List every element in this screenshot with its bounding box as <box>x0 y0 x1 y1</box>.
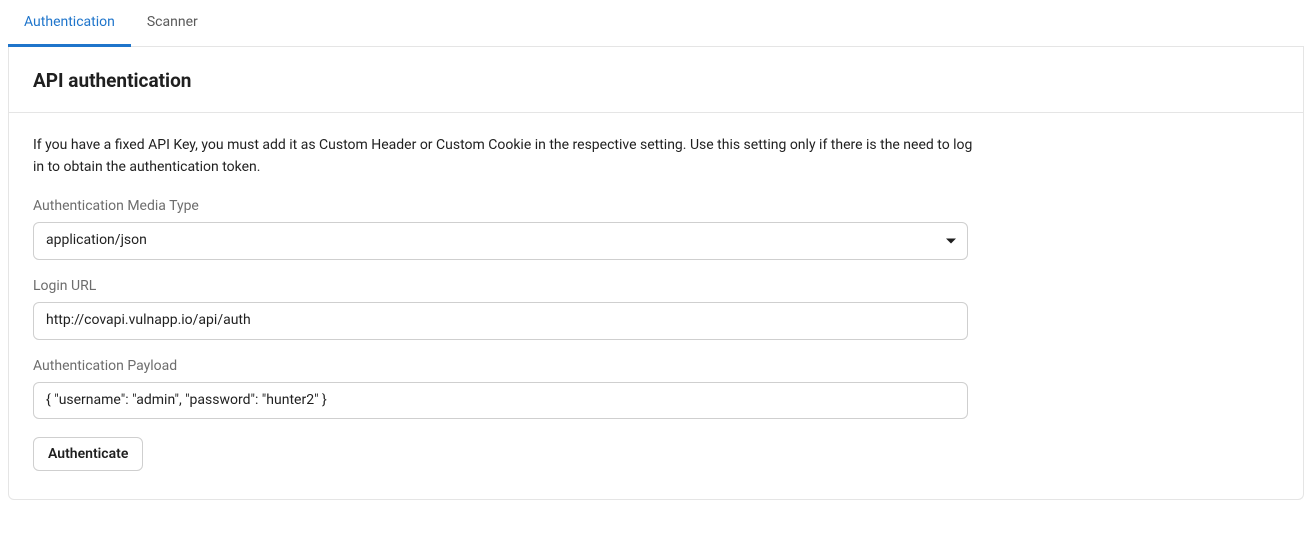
field-auth-payload: Authentication Payload <box>33 358 968 420</box>
panel-title: API authentication <box>33 69 1279 92</box>
field-media-type: Authentication Media Type application/js… <box>33 198 968 260</box>
input-auth-payload[interactable] <box>33 382 968 420</box>
panel-description: If you have a fixed API Key, you must ad… <box>33 135 973 178</box>
settings-panel: API authentication If you have a fixed A… <box>8 47 1304 500</box>
tab-scanner[interactable]: Scanner <box>131 0 214 47</box>
label-login-url: Login URL <box>33 278 968 294</box>
field-login-url: Login URL <box>33 278 968 340</box>
authenticate-button[interactable]: Authenticate <box>33 437 143 471</box>
select-media-type[interactable]: application/json <box>33 222 968 260</box>
panel-header: API authentication <box>9 47 1303 113</box>
input-login-url[interactable] <box>33 302 968 340</box>
label-media-type: Authentication Media Type <box>33 198 968 214</box>
label-auth-payload: Authentication Payload <box>33 358 968 374</box>
tab-bar: Authentication Scanner <box>8 0 1304 47</box>
panel-body: If you have a fixed API Key, you must ad… <box>9 113 1303 499</box>
tab-authentication[interactable]: Authentication <box>8 0 131 47</box>
